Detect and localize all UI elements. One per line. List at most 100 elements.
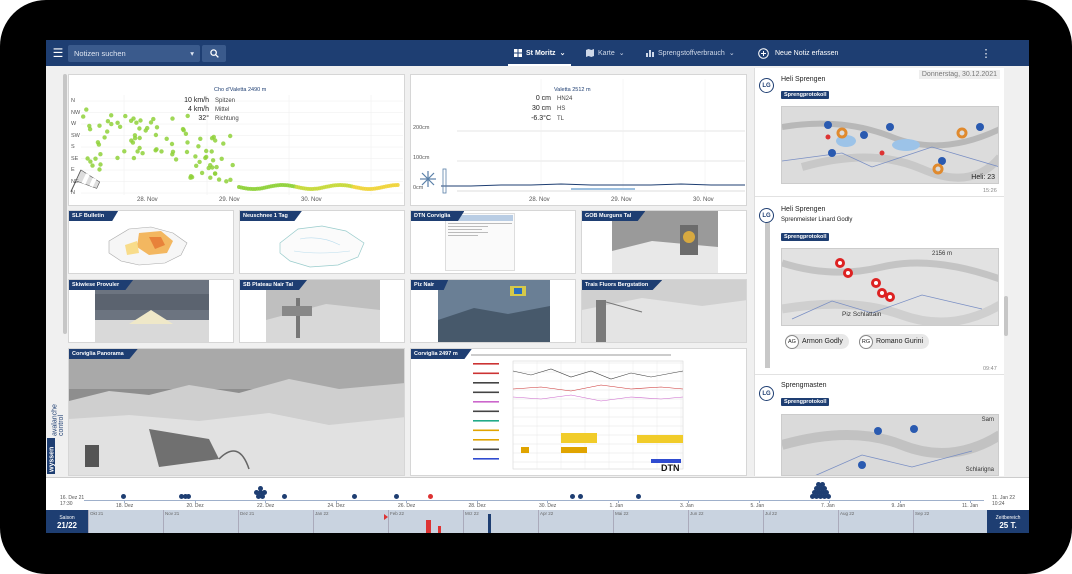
tile-corviglia-2497[interactable]: Corviglia 2497 m DTN [410,348,747,476]
note-tag[interactable]: Sprengprotokoll [781,91,830,99]
map-label: Piz Schlattain [842,311,882,318]
top-bar: ☰ Notizen suchen ▾ St Moritz ⌄ Karte ⌄ S… [46,40,1029,66]
timeline-event[interactable] [282,494,287,499]
timeline-tick: 9. Jan [891,503,906,509]
reading-value: 30 cm [531,105,551,112]
tab-st-moritz[interactable]: St Moritz ⌄ [508,40,572,66]
direction-label: E [71,167,75,173]
avatar[interactable]: LG [759,386,774,401]
tile-neuschnee[interactable]: Neuschnee 1 Tag [239,210,405,274]
direction-label: SE [71,155,79,162]
timeline-tick: 3. Jan [680,503,694,509]
tile-skiwiese-provuler[interactable]: Skiwiese Provuler [68,279,234,343]
timeline-event[interactable] [121,494,126,499]
month-label: Mai 22 [615,511,629,516]
reading-label: Richtung [215,116,239,122]
reading-label: HN24 [557,96,573,102]
notes-panel: Donnerstag, 30.12.2021 LG Heli Sprengen … [754,68,1004,476]
timeline-tick: 24. Dez [327,503,345,509]
bar-chart-icon [646,50,654,57]
timeline-event[interactable] [394,494,399,499]
note-map[interactable]: Sam Schlarigna [781,414,999,476]
topo-map [782,107,998,183]
date-label: 30. Nov [693,197,714,203]
tab-karte[interactable]: Karte ⌄ [580,40,631,66]
direction-label: SW [71,132,80,139]
reading-label: HS [557,106,566,112]
search-placeholder: Notizen suchen [74,49,126,58]
timeline-event[interactable] [820,482,825,487]
timeline-event[interactable] [636,494,641,499]
note-title[interactable]: Heli Sprengen [781,206,825,213]
search-input[interactable]: Notizen suchen ▾ [68,45,200,62]
chevron-down-icon[interactable]: ▾ [190,49,194,58]
person-name: Romano Gurini [876,338,924,345]
tile-corviglia-panorama[interactable]: Corviglia Panorama [68,348,405,476]
month-label: Sep 22 [915,511,930,516]
note-title[interactable]: Sprengmasten [781,382,827,389]
season-overview[interactable]: Okt 21 Nov 21 Dez 21 Jan 22 Feb 22 Mrz 22 Apr … [88,510,987,533]
hamburger-menu-icon[interactable]: ☰ [50,40,66,66]
timeline-event[interactable] [570,494,575,499]
season-selector[interactable]: Saison 21/22 [46,510,88,533]
month-label: Apr 22 [540,511,554,516]
more-options-icon[interactable]: ⋮ [980,40,992,66]
tile-label: Corviglia 2497 m [411,349,472,359]
timeline-event[interactable] [262,490,267,495]
tab-sprengstoffverbrauch[interactable]: Sprengstoffverbrauch ⌄ [640,40,741,66]
note-map[interactable]: 2156 m Piz Schlattain [781,248,999,326]
svg-text:wyssen: wyssen [49,447,56,473]
chevron-down-icon: ⌄ [559,50,566,57]
person-chip[interactable]: AG Armon Godly [785,334,849,349]
main-scrollbar[interactable] [63,74,67,334]
note-thread-line [765,218,770,368]
snow-chart-tile[interactable]: Valetta 2512 m 0 cm HN24 30 cm HS -6.3°C TL 2… [410,74,747,206]
avatar[interactable]: LG [759,78,774,93]
timeline-tick: 20. Dez [186,503,204,509]
timeline[interactable]: 16. Dez 21 17:30 11. Jan 22 10:24 18. Dez 2… [46,477,1029,533]
tile-dtn-corviglia[interactable]: DTN Corviglia [410,210,576,274]
timeline-tick: 30. Dez [539,503,557,509]
note-map[interactable]: Heli: 23 [781,106,999,184]
reading-value: 4 km/h [187,106,209,113]
tile-gob-murguns[interactable]: GOB Murguns Tal [581,210,747,274]
reading-value: 0 cm [535,95,551,102]
chevron-down-icon: ⌄ [618,50,625,57]
note-tag[interactable]: Sprengprotokoll [781,398,830,406]
timeline-event[interactable] [186,494,191,499]
direction-label: N [71,98,75,104]
tile-slf-bulletin[interactable]: SLF Bulletin [68,210,234,274]
tile-label: Skiwiese Provuler [69,280,134,290]
timeline-event[interactable] [428,494,433,499]
wind-chart-tile[interactable]: Cho d'Valetta 2490 m 10 km/h Spitzen 4 km/… [68,74,405,206]
search-button[interactable] [202,45,226,62]
timeline-event[interactable] [352,494,357,499]
wind-station-name: Cho d'Valetta 2490 m [214,87,267,93]
tile-trais-fluors[interactable]: Trais Fluors Bergstation [581,279,747,343]
new-note-button[interactable]: Neue Notiz erfassen [758,40,838,66]
avatar[interactable]: LG [759,208,774,223]
tile-label: Piz Nair [411,280,449,290]
note-tag[interactable]: Sprengprotokoll [781,233,830,241]
timeline-event[interactable] [578,494,583,499]
timeline-event[interactable] [258,486,263,491]
tile-label: SB Plateau Nair Tal [240,280,308,290]
tile-piz-nair[interactable]: Piz Nair [410,279,576,343]
person-chip[interactable]: RG Romano Gurini [859,334,930,349]
tile-sb-plateau-nair[interactable]: SB Plateau Nair Tal [239,279,405,343]
note-title[interactable]: Heli Sprengen [781,76,825,83]
reading-label: Mittel [215,107,230,113]
notes-scrollbar[interactable] [1004,296,1008,336]
month-label: Okt 21 [90,511,104,516]
map-label: Schlarigna [965,467,994,473]
map-icon [586,49,594,57]
date-label: 29. Nov [219,197,240,203]
date-label: 28. Nov [529,197,550,203]
month-label: Jul 22 [765,511,778,516]
time-range-selector[interactable]: Zeitbereich 25 T. [987,510,1029,533]
tile-label: Neuschnee 1 Tag [240,211,302,221]
level-label: 200cm [413,125,430,131]
timeline-tick: 7. Jan [821,503,835,509]
level-label: 0cm [413,185,424,191]
month-label: Nov 21 [165,511,180,516]
